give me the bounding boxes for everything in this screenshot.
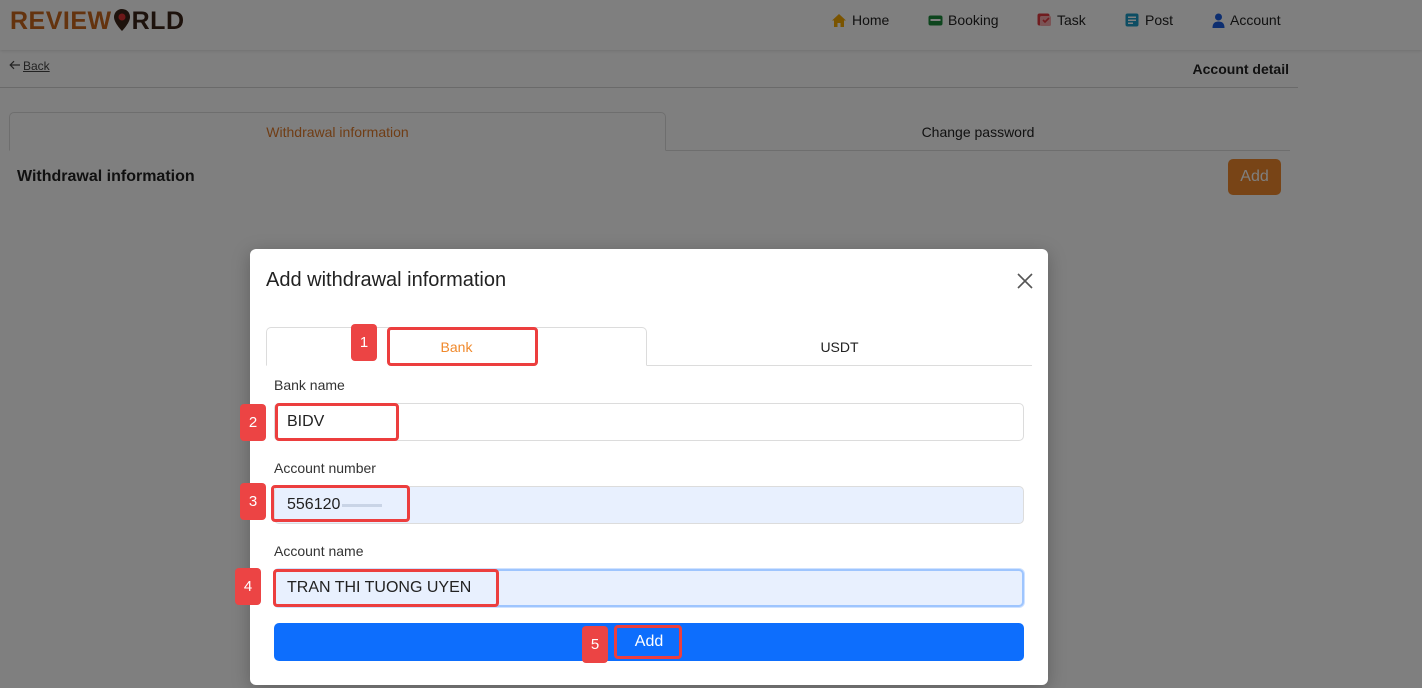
account-number-value: 556120 bbox=[287, 496, 341, 513]
account-name-label: Account name bbox=[274, 543, 364, 559]
bank-name-value: BIDV bbox=[287, 413, 325, 430]
step-badge-1: 1 bbox=[351, 324, 377, 361]
submit-add-button[interactable]: Add bbox=[274, 623, 1024, 661]
step-badge-5: 5 bbox=[582, 626, 608, 663]
account-name-value: TRAN THI TUONG UYEN bbox=[287, 579, 472, 596]
step-badge-3: 3 bbox=[240, 483, 266, 520]
account-name-input[interactable]: TRAN THI TUONG UYEN bbox=[274, 569, 1024, 607]
tab-usdt[interactable]: USDT bbox=[647, 327, 1032, 366]
withdrawal-method-tabs: Bank USDT bbox=[266, 327, 1032, 366]
add-withdrawal-modal: Add withdrawal information Bank USDT Ban… bbox=[250, 249, 1048, 685]
step-badge-2: 2 bbox=[240, 404, 266, 441]
close-icon[interactable] bbox=[1014, 270, 1036, 292]
bank-name-label: Bank name bbox=[274, 377, 345, 393]
account-number-label: Account number bbox=[274, 460, 376, 476]
modal-title: Add withdrawal information bbox=[266, 269, 507, 291]
bank-name-input[interactable]: BIDV bbox=[274, 403, 1024, 441]
tab-bank[interactable]: Bank bbox=[266, 327, 647, 366]
submit-add-label: Add bbox=[634, 633, 664, 650]
redacted-mask bbox=[342, 503, 383, 507]
step-badge-4: 4 bbox=[235, 568, 261, 605]
account-number-input[interactable]: 556120 bbox=[274, 486, 1024, 524]
